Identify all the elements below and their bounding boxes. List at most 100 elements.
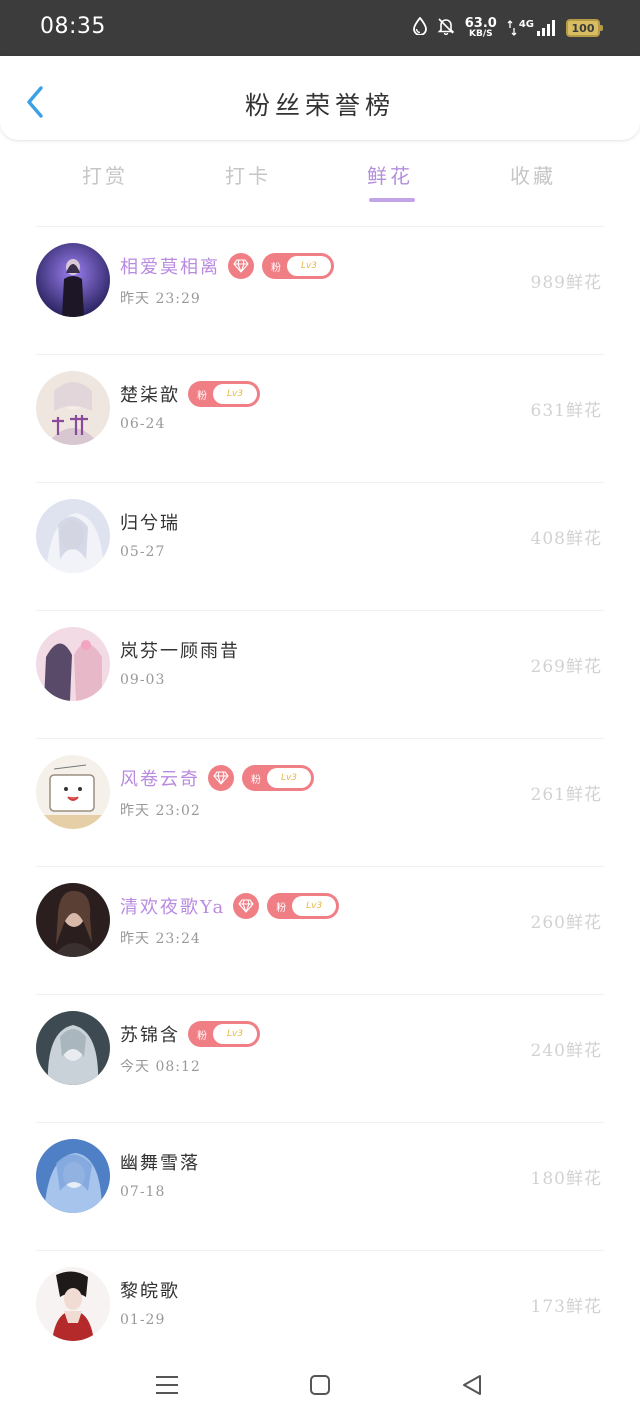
fan-badge-label: 粉 xyxy=(251,774,261,786)
avatar[interactable] xyxy=(36,1011,110,1085)
menu-icon xyxy=(156,1376,178,1394)
avatar[interactable] xyxy=(36,1139,110,1213)
flower-count: 180鲜花 xyxy=(530,1169,602,1189)
timestamp: 昨天 23:29 xyxy=(120,291,201,307)
flower-count: 261鲜花 xyxy=(530,785,602,805)
tab-favorites[interactable]: 收藏 xyxy=(488,160,578,189)
user-info: 归兮瑞 05-27 xyxy=(120,508,180,560)
avatar[interactable] xyxy=(36,371,110,445)
flower-count: 260鲜花 xyxy=(530,913,602,933)
username[interactable]: 岚芬一顾雨昔 xyxy=(120,637,240,663)
flower-count: 173鲜花 xyxy=(530,1297,602,1317)
list-item[interactable]: 岚芬一顾雨昔 09-03 269鲜花 xyxy=(0,610,640,738)
menu-button[interactable] xyxy=(147,1370,187,1400)
fan-level-badge: 粉 Lv3 xyxy=(267,893,340,919)
username[interactable]: 相爱莫相离 xyxy=(120,253,220,279)
water-drop-icon xyxy=(412,16,427,39)
signal-icon: 4G xyxy=(507,19,556,37)
status-icons: 63.0 KB/S 4G 100 xyxy=(412,14,603,42)
list-item[interactable]: 风卷云奇 粉 Lv3 昨天 23:02 261鲜花 xyxy=(0,738,640,866)
tab-reward[interactable]: 打赏 xyxy=(60,160,150,189)
bell-mute-icon xyxy=(437,17,455,39)
fan-badge-level: Lv3 xyxy=(267,768,311,788)
timestamp: 06-24 xyxy=(120,416,166,432)
home-button[interactable] xyxy=(300,1370,340,1400)
fan-level-badge: 粉 Lv3 xyxy=(188,1021,260,1047)
fan-badge-label: 粉 xyxy=(271,262,281,274)
list-item[interactable]: 清欢夜歌Ya 粉 Lv3 昨天 23:24 260鲜花 xyxy=(0,866,640,994)
system-nav-bar xyxy=(0,1352,640,1422)
tab-active-indicator xyxy=(369,198,415,202)
timestamp: 昨天 23:02 xyxy=(120,803,201,819)
tab-flowers-label: 鲜花 xyxy=(367,164,413,188)
user-info: 风卷云奇 粉 Lv3 昨天 23:02 xyxy=(120,764,314,820)
list-item[interactable]: 幽舞雪落 07-18 180鲜花 xyxy=(0,1122,640,1250)
fan-level-badge: 粉 Lv3 xyxy=(242,765,314,791)
username[interactable]: 苏锦含 xyxy=(120,1021,180,1047)
network-speed: 63.0 KB/S xyxy=(465,17,497,39)
tab-bar: 打赏 打卡 鲜花 收藏 xyxy=(0,150,640,220)
speed-unit: KB/S xyxy=(468,29,493,39)
user-info: 楚柒歆 粉 Lv3 06-24 xyxy=(120,380,260,432)
flower-count: 408鲜花 xyxy=(530,529,602,549)
avatar[interactable] xyxy=(36,755,110,829)
user-info: 黎皖歌 01-29 xyxy=(120,1276,180,1328)
timestamp: 09-03 xyxy=(120,672,166,688)
username[interactable]: 清欢夜歌Ya xyxy=(120,893,225,919)
username[interactable]: 归兮瑞 xyxy=(120,509,180,535)
diamond-badge xyxy=(233,893,260,919)
user-info: 苏锦含 粉 Lv3 今天 08:12 xyxy=(120,1020,260,1076)
fan-level-badge: 粉 Lv3 xyxy=(262,253,334,279)
username[interactable]: 楚柒歆 xyxy=(120,381,180,407)
fan-badge-level: Lv3 xyxy=(213,1024,257,1044)
user-info: 清欢夜歌Ya 粉 Lv3 昨天 23:24 xyxy=(120,892,340,948)
avatar[interactable] xyxy=(36,243,110,317)
fan-badge-level: Lv3 xyxy=(292,896,337,916)
flower-count: 989鲜花 xyxy=(530,273,602,293)
diamond-icon xyxy=(238,899,254,913)
header: 粉丝荣誉榜 xyxy=(0,56,640,140)
fan-badge-level: Lv3 xyxy=(213,384,257,404)
list-item[interactable]: 相爱莫相离 粉 Lv3 昨天 23:29 989鲜花 xyxy=(0,226,640,354)
back-nav-button[interactable] xyxy=(452,1370,492,1400)
user-info: 岚芬一顾雨昔 09-03 xyxy=(120,636,240,688)
timestamp: 07-18 xyxy=(120,1184,166,1200)
diamond-badge xyxy=(208,765,234,791)
flower-count: 269鲜花 xyxy=(530,657,602,677)
user-info: 相爱莫相离 粉 Lv3 昨天 23:29 xyxy=(120,252,334,308)
flower-count: 631鲜花 xyxy=(530,401,602,421)
avatar[interactable] xyxy=(36,499,110,573)
username[interactable]: 幽舞雪落 xyxy=(120,1149,200,1175)
diamond-icon xyxy=(233,259,249,273)
avatar[interactable] xyxy=(36,883,110,957)
avatar[interactable] xyxy=(36,1267,110,1341)
fan-badge-label: 粉 xyxy=(197,390,207,402)
fan-badge-label: 粉 xyxy=(276,902,287,914)
fan-badge-level: Lv3 xyxy=(287,256,331,276)
diamond-badge xyxy=(228,253,254,279)
user-info: 幽舞雪落 07-18 xyxy=(120,1148,200,1200)
tab-flowers[interactable]: 鲜花 xyxy=(345,160,435,202)
list-item[interactable]: 楚柒歆 粉 Lv3 06-24 631鲜花 xyxy=(0,354,640,482)
list-item[interactable]: 苏锦含 粉 Lv3 今天 08:12 240鲜花 xyxy=(0,994,640,1122)
back-triangle-icon xyxy=(463,1375,481,1395)
list-item[interactable]: 归兮瑞 05-27 408鲜花 xyxy=(0,482,640,610)
username[interactable]: 风卷云奇 xyxy=(120,765,200,791)
network-type: 4G xyxy=(518,19,534,30)
timestamp: 05-27 xyxy=(120,544,166,560)
fan-badge-label: 粉 xyxy=(197,1030,207,1042)
timestamp: 01-29 xyxy=(120,1312,166,1328)
tab-checkin[interactable]: 打卡 xyxy=(203,160,293,189)
status-time: 08:35 xyxy=(40,14,106,39)
fan-level-badge: 粉 Lv3 xyxy=(188,381,260,407)
timestamp: 今天 08:12 xyxy=(120,1059,201,1075)
battery-icon: 100 xyxy=(566,19,603,37)
username[interactable]: 黎皖歌 xyxy=(120,1277,180,1303)
home-square-icon xyxy=(310,1375,330,1395)
page-title: 粉丝荣誉榜 xyxy=(244,91,395,120)
diamond-icon xyxy=(213,771,229,785)
avatar[interactable] xyxy=(36,627,110,701)
flower-count: 240鲜花 xyxy=(530,1041,602,1061)
timestamp: 昨天 23:24 xyxy=(120,931,201,947)
status-bar: 08:35 63.0 KB/S 4G 100 xyxy=(0,0,640,56)
